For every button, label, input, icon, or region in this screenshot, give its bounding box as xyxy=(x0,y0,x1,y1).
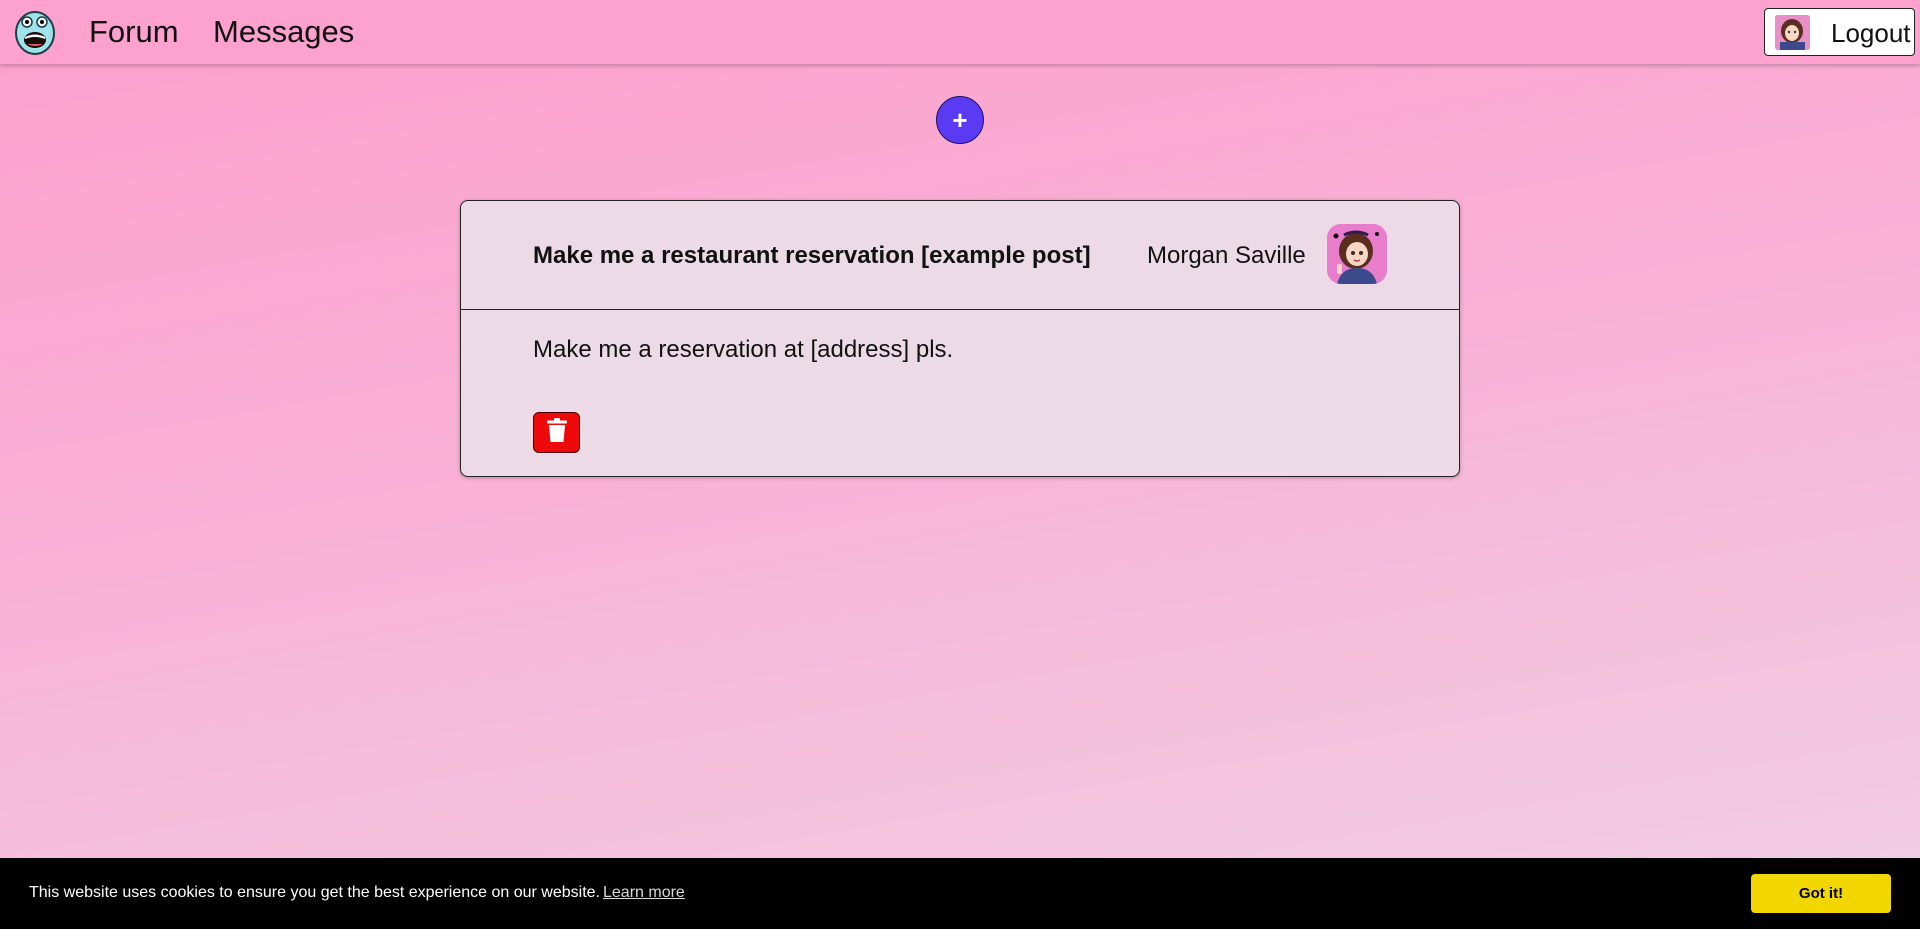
post-card: Make me a restaurant reservation [exampl… xyxy=(460,200,1460,477)
trash-icon xyxy=(546,418,567,447)
nav-messages-link[interactable]: Messages xyxy=(213,10,354,54)
nav-forum-link[interactable]: Forum xyxy=(89,10,179,54)
post-body: Make me a reservation at [address] pls. xyxy=(533,336,954,363)
top-navbar: Forum Messages Logout xyxy=(0,0,1920,64)
add-post-button[interactable]: + xyxy=(936,96,984,144)
cookie-learn-more-link[interactable]: Learn more xyxy=(603,883,685,903)
post-title[interactable]: Make me a restaurant reservation [exampl… xyxy=(533,241,1091,271)
delete-post-button[interactable] xyxy=(533,412,580,453)
logout-button[interactable]: Logout xyxy=(1764,8,1915,56)
user-avatar-icon xyxy=(1327,224,1387,284)
logout-label: Logout xyxy=(1831,18,1911,48)
plus-icon: + xyxy=(952,104,968,135)
user-avatar-icon xyxy=(1775,15,1810,50)
cookie-banner: This website uses cookies to ensure you … xyxy=(0,858,1920,929)
cookie-message: This website uses cookies to ensure you … xyxy=(29,884,600,901)
post-author: Morgan Saville xyxy=(1147,242,1306,269)
post-header: Make me a restaurant reservation [exampl… xyxy=(461,201,1459,310)
cookie-accept-button[interactable]: Got it! xyxy=(1751,874,1891,913)
screaming-face-logo-icon[interactable] xyxy=(14,10,56,55)
